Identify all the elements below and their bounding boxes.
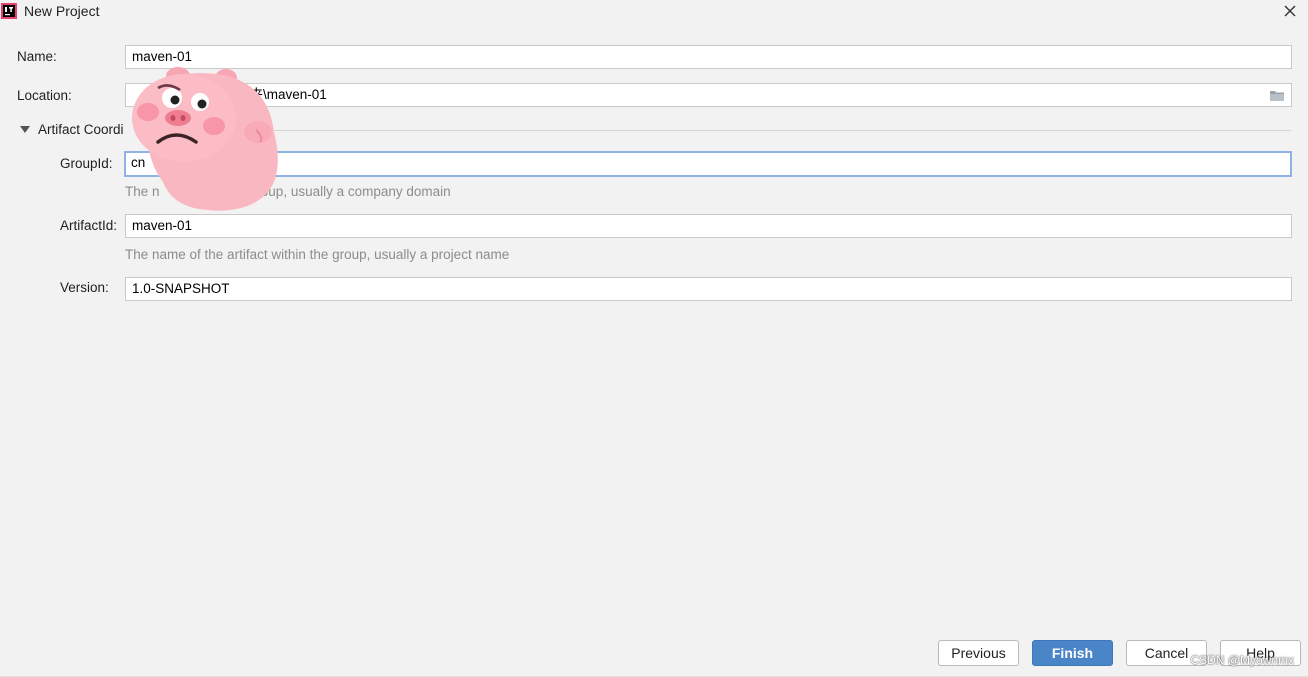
close-icon[interactable] <box>1281 2 1299 20</box>
csdn-watermark: CSDN @Myownmx <box>1190 653 1294 667</box>
location-label: Location: <box>17 88 72 103</box>
finish-button[interactable]: Finish <box>1032 640 1113 666</box>
groupid-field[interactable]: cn <box>124 151 1292 177</box>
title-bar: New Project <box>0 0 1308 24</box>
folder-icon[interactable] <box>1269 88 1285 102</box>
section-label: Artifact Coordi <box>38 122 124 137</box>
section-divider <box>250 130 1291 131</box>
intellij-idea-icon <box>1 3 17 19</box>
version-field[interactable]: 1.0-SNAPSHOT <box>125 277 1292 301</box>
groupid-label: GroupId: <box>60 156 113 171</box>
artifactid-field-value: maven-01 <box>132 218 193 233</box>
name-field[interactable]: maven-01 <box>125 45 1292 69</box>
name-label: Name: <box>17 49 57 64</box>
pig-sticker <box>132 67 278 211</box>
version-label: Version: <box>60 280 109 295</box>
artifactid-hint: The name of the artifact within the grou… <box>125 247 510 262</box>
window-title: New Project <box>24 3 100 19</box>
previous-button[interactable]: Previous <box>938 640 1019 666</box>
artifactid-field[interactable]: maven-01 <box>125 214 1292 238</box>
version-field-value: 1.0-SNAPSHOT <box>132 281 230 296</box>
location-field[interactable]: 件夹\maven-01 <box>125 83 1292 107</box>
artifactid-label: ArtifactId: <box>60 218 118 233</box>
collapse-triangle-icon[interactable] <box>20 126 30 133</box>
